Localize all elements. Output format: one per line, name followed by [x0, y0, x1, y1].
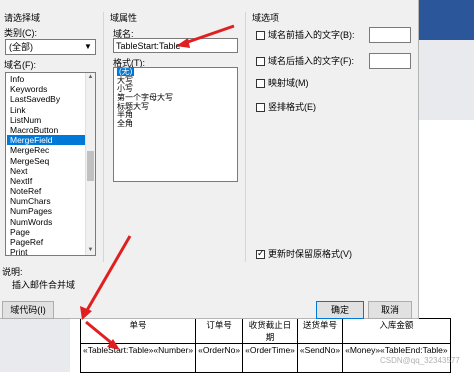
annotation-arrows — [80, 24, 235, 350]
arrow-icon — [176, 24, 235, 48]
arrow-icon — [80, 235, 132, 320]
arrow-icon — [85, 320, 120, 350]
